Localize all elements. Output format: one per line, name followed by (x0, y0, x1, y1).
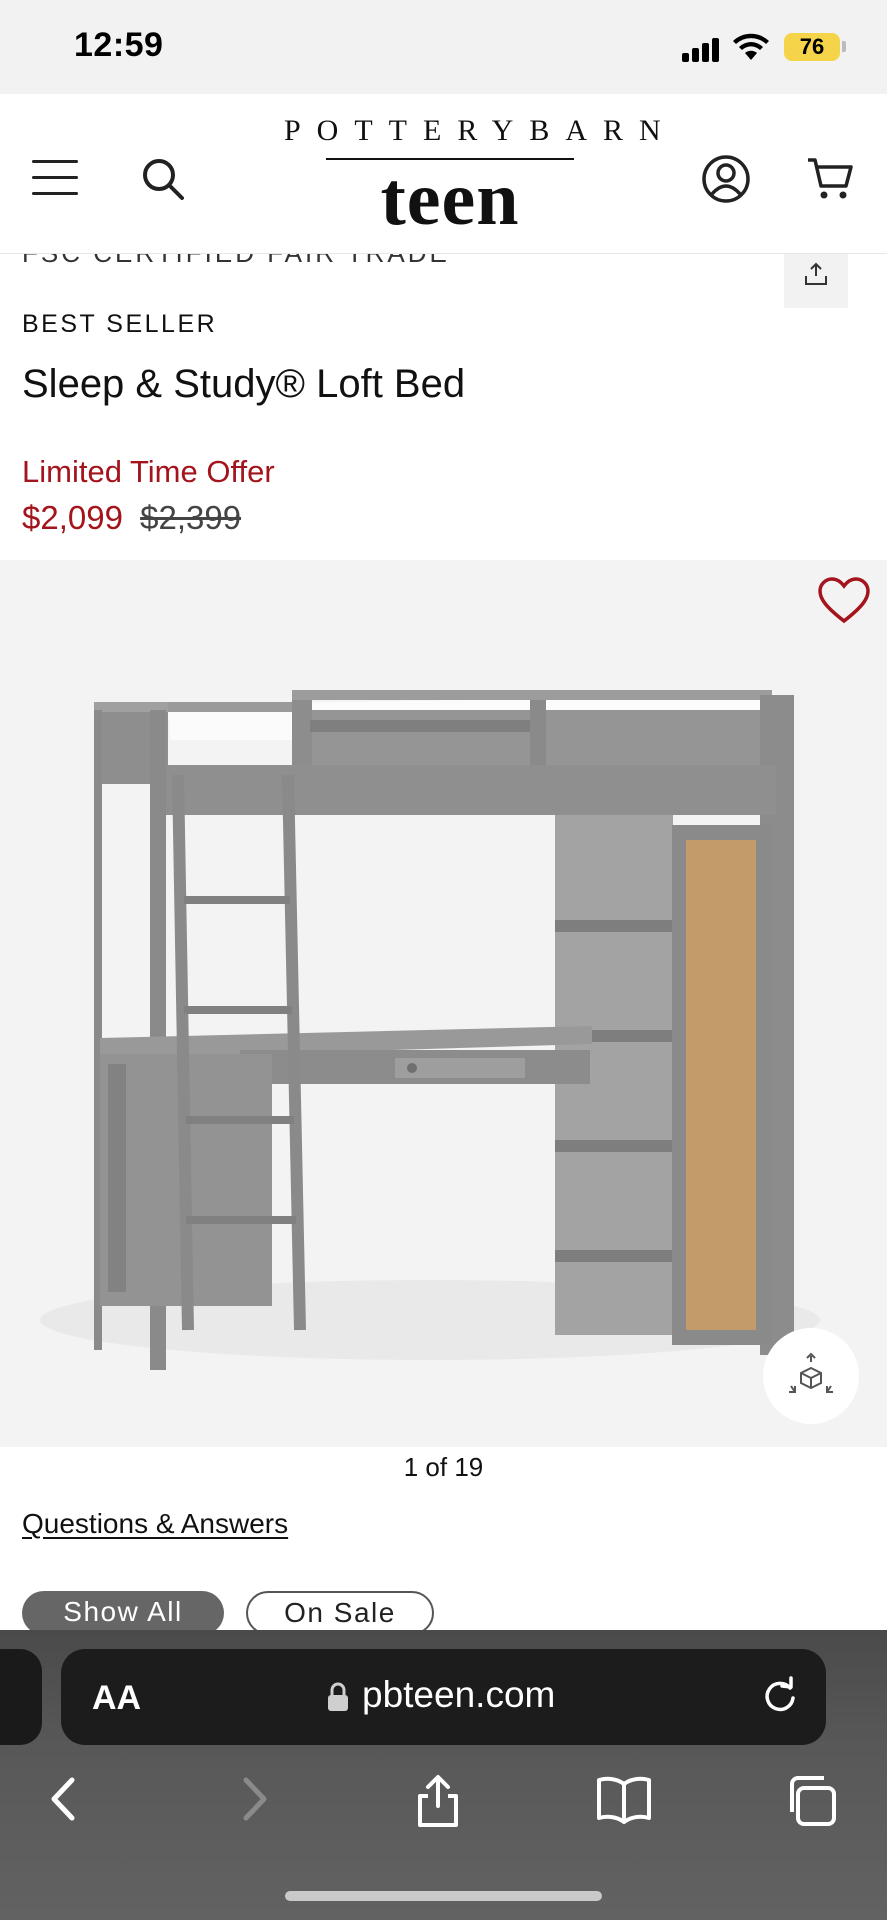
share-icon[interactable] (414, 1774, 462, 1828)
status-time: 12:59 (74, 26, 164, 64)
heart-icon[interactable] (818, 577, 870, 625)
lock-icon (328, 1682, 348, 1711)
forward-icon[interactable] (234, 1774, 274, 1824)
questions-answers-link[interactable]: Questions & Answers (22, 1508, 288, 1540)
certifications-text: FSC CERTIFIED FAIR TRADE (22, 254, 522, 269)
logo-wordmark-main: teen (380, 157, 520, 241)
share-icon (805, 262, 827, 285)
url-text[interactable]: pbteen.com (362, 1674, 555, 1716)
cellular-signal-icon (682, 38, 722, 62)
search-icon[interactable] (140, 156, 186, 202)
bookmarks-icon[interactable] (596, 1774, 652, 1824)
sale-price: $2,099 (22, 499, 123, 536)
filter-on-sale[interactable]: On Sale (246, 1591, 434, 1635)
product-title: Sleep & Study® Loft Bed (22, 362, 466, 406)
loft-bed-illustration (40, 690, 820, 1370)
offer-label: Limited Time Offer (22, 454, 275, 489)
account-icon[interactable] (701, 154, 751, 204)
tabs-icon[interactable] (784, 1774, 838, 1828)
status-bar: 12:59 76 (0, 0, 887, 94)
battery-indicator: 76 (784, 33, 840, 61)
image-counter: 1 of 19 (403, 1452, 484, 1482)
price-row: $2,099 $2,399 (22, 499, 241, 537)
brand-logo[interactable]: POTTERYBARN teen (270, 114, 677, 241)
reload-icon[interactable] (760, 1676, 800, 1716)
reader-options-button[interactable]: AA (92, 1679, 141, 1718)
cart-icon[interactable] (806, 154, 854, 202)
ar-view-icon (789, 1352, 833, 1393)
previous-tab-peek[interactable] (0, 1649, 42, 1745)
ar-view-button[interactable] (763, 1328, 859, 1424)
site-header: POTTERYBARN teen (0, 94, 887, 254)
home-indicator (285, 1891, 602, 1901)
certifications-line: FSC CERTIFIED FAIR TRADE (22, 254, 522, 270)
share-button[interactable] (784, 254, 848, 308)
logo-wordmark-top: POTTERYBARN (284, 114, 677, 147)
original-price: $2,399 (140, 499, 242, 536)
wifi-icon (733, 33, 769, 60)
battery-nub (842, 41, 846, 52)
filter-show-all[interactable]: Show All (22, 1591, 224, 1635)
menu-icon[interactable] (32, 160, 78, 196)
back-icon[interactable] (44, 1774, 84, 1824)
best-seller-badge: BEST SELLER (22, 310, 218, 338)
product-image[interactable] (0, 560, 887, 1447)
